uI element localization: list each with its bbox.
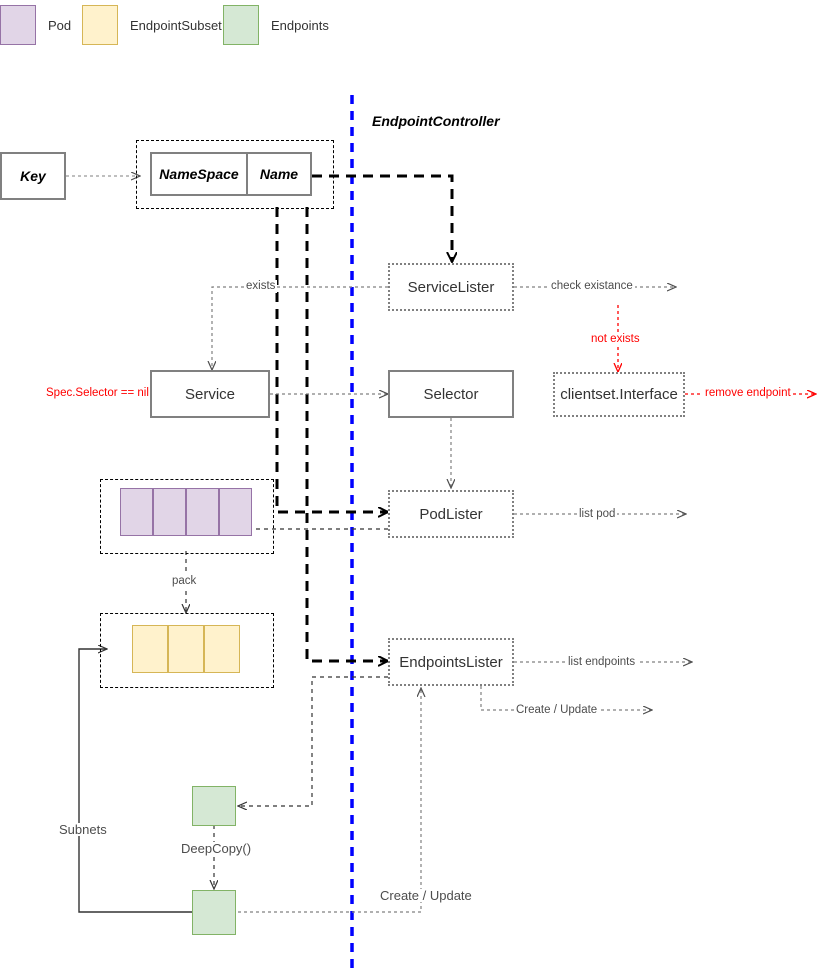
edge-servicelister-exists-service [212,286,388,370]
edge-label-list-endpoints: list endpoints [566,656,638,669]
pod-cell [120,488,153,536]
node-clientset-interface-label: clientset.Interface [560,386,678,403]
node-service-label: Service [184,385,236,403]
endpointsubset-swatch [82,5,118,45]
node-key[interactable]: Key [0,152,66,200]
node-namespace-label: NameSpace [159,166,239,182]
edge-key-to-podlister [275,207,388,512]
endpointsubset-cell [132,625,168,673]
node-pod-lister-label: PodLister [419,505,483,523]
page-title: EndpointController [372,113,500,129]
edge-create-update-bottom [238,688,421,913]
edge-label-exists: exists [244,280,278,293]
node-selector-label: Selector [423,385,479,403]
edge-label-list-pod: list pod [577,508,618,521]
edge-endpointslister-to-endpoints [238,676,388,806]
edge-key-to-endpointslister [305,207,388,661]
pod-cell [219,488,252,536]
edge-label-not-exists: not exists [589,333,642,346]
node-endpoints-lister-label: EndpointsLister [399,653,503,671]
pod-cell [153,488,186,536]
node-service-lister-label: ServiceLister [407,278,495,296]
legend-label-pod: Pod [48,17,72,33]
legend-item-pod: Pod [0,5,71,45]
endpointsubset-cell [204,625,240,673]
node-service[interactable]: Service [150,370,270,418]
node-namespace[interactable]: NameSpace [150,152,246,196]
endpoints-box-source [192,786,236,826]
legend-item-endpoints: Endpoints [223,5,329,45]
node-name[interactable]: Name [246,152,312,196]
edge-label-spec-selector-nil: Spec.Selector == nil [46,387,149,399]
edge-label-create-update-top: Create / Update [514,704,600,717]
edge-label-pack: pack [170,575,199,588]
endpointsubset-cell [168,625,204,673]
legend-label-endpointsubset: EndpointSubset [130,17,222,33]
node-service-lister[interactable]: ServiceLister [388,263,514,311]
edge-label-check-existance: check existance [549,280,635,293]
node-pod-lister[interactable]: PodLister [388,490,514,538]
legend-label-endpoints: Endpoints [271,17,329,33]
node-key-label: Key [20,168,46,184]
edge-subnets [78,649,192,913]
edge-label-create-update-bottom: Create / Update [378,888,474,903]
endpoints-swatch [223,5,259,45]
node-clientset-interface[interactable]: clientset.Interface [553,372,685,417]
edge-label-deepcopy: DeepCopy() [179,841,254,856]
node-selector[interactable]: Selector [388,370,514,418]
legend-item-endpointsubset: EndpointSubset [82,5,222,45]
pod-swatch [0,5,36,45]
node-name-label: Name [259,166,299,182]
endpoints-box-copy [192,890,236,935]
pod-cell [186,488,219,536]
edge-label-subnets: Subnets [57,822,109,837]
node-endpoints-lister[interactable]: EndpointsLister [388,638,514,686]
diagram-canvas: Pod EndpointSubset Endpoints Key NameSpa… [0,0,823,973]
edge-label-remove-endpoint: remove endpoint [703,387,793,400]
